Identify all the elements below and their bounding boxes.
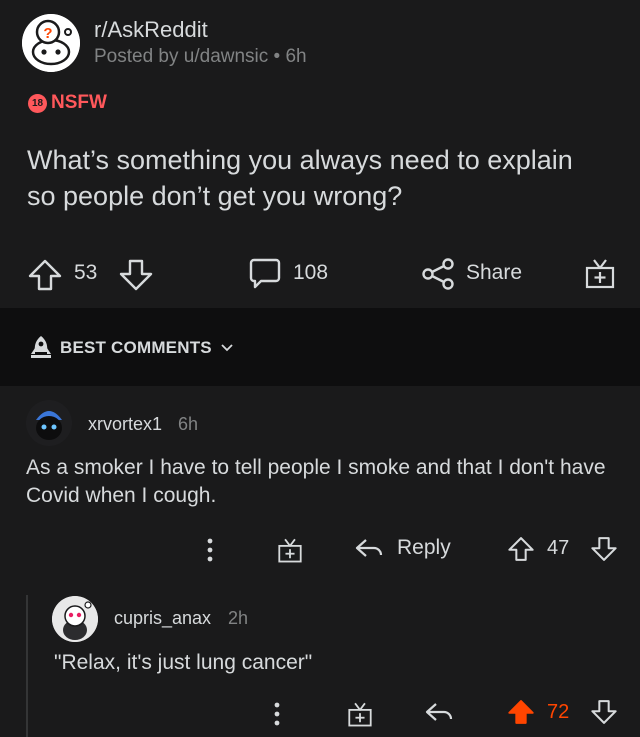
subreddit-avatar-icon[interactable]: ?: [22, 14, 80, 72]
upvote-icon[interactable]: [507, 698, 535, 726]
avatar[interactable]: [52, 596, 98, 642]
award-icon[interactable]: [276, 536, 304, 564]
comment-body: As a smoker I have to tell people I smok…: [26, 456, 606, 507]
share-icon[interactable]: [420, 256, 456, 292]
more-dots-icon[interactable]: [271, 700, 283, 728]
sort-dropdown[interactable]: BEST COMMENTS: [60, 338, 212, 358]
nsfw-18-badge: 18: [28, 93, 47, 113]
nsfw-label: NSFW: [51, 92, 107, 113]
award-icon[interactable]: [346, 700, 374, 728]
comment-score: 47: [547, 537, 570, 559]
chevron-down-icon[interactable]: [220, 343, 234, 353]
more-dots-icon[interactable]: [204, 536, 216, 564]
comment-username[interactable]: cupris_anax: [114, 608, 211, 629]
thread-line[interactable]: [26, 595, 28, 737]
rocket-icon: [28, 334, 54, 360]
reply-arrow-icon[interactable]: [424, 700, 454, 726]
award-icon[interactable]: [584, 256, 616, 290]
nsfw-tag: 18 NSFW: [28, 92, 107, 114]
post-title: What’s something you always need to expl…: [27, 145, 573, 211]
reply-button[interactable]: Reply: [397, 536, 451, 560]
downvote-icon[interactable]: [590, 698, 618, 726]
comment-time: 2h: [228, 608, 249, 628]
comment-count[interactable]: 108: [293, 261, 328, 285]
svg-text:?: ?: [43, 25, 52, 42]
comment-time: 6h: [178, 414, 199, 434]
downvote-icon[interactable]: [590, 535, 618, 563]
avatar[interactable]: [26, 400, 72, 446]
downvote-icon[interactable]: [118, 258, 154, 292]
subreddit-name[interactable]: r/AskReddit: [94, 17, 208, 43]
post-meta: Posted by u/dawnsic • 6h: [94, 46, 307, 67]
upvote-icon[interactable]: [27, 258, 63, 292]
post-score: 53: [74, 261, 98, 284]
comment-bubble-icon[interactable]: [248, 256, 282, 290]
share-button[interactable]: Share: [466, 261, 522, 285]
reply-arrow-icon[interactable]: [354, 536, 384, 562]
upvote-icon[interactable]: [507, 535, 535, 563]
comment-body: "Relax, it's just lung cancer": [54, 651, 313, 674]
comment-username[interactable]: xrvortex1: [88, 414, 162, 435]
comment-score: 72: [547, 701, 570, 723]
